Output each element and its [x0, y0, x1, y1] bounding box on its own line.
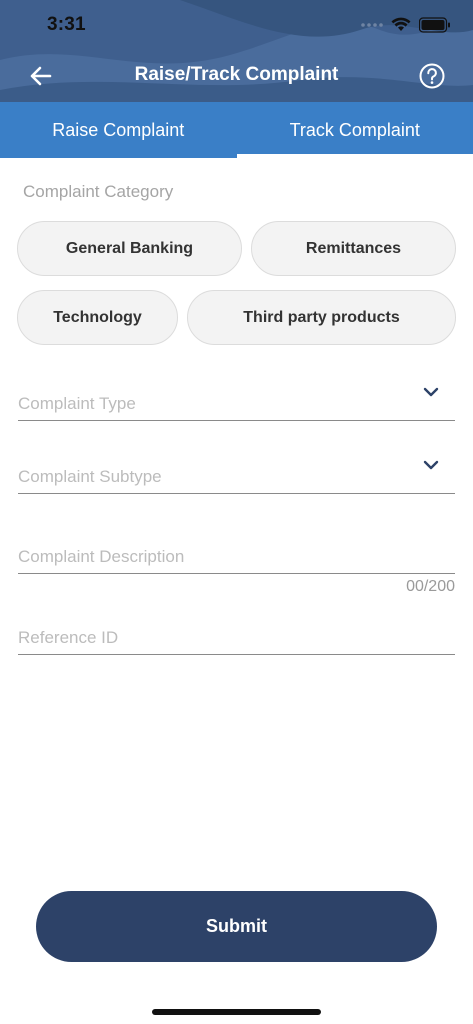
- complaint-category-label: Complaint Category: [23, 182, 174, 201]
- page-title: Raise/Track Complaint: [134, 64, 339, 85]
- chip-third-party-products-label: Third party products: [243, 308, 400, 326]
- chip-general-banking-label: General Banking: [65, 239, 194, 257]
- app-header: 3:31 Raise/Track Complaint: [0, 0, 473, 102]
- complaint-subtype-placeholder: Complaint Subtype: [18, 467, 162, 486]
- tab-bar: Raise Complaint Track Complaint: [0, 102, 473, 158]
- chevron-down-icon: [423, 387, 439, 397]
- battery-icon: [419, 17, 450, 33]
- tab-track-complaint[interactable]: Track Complaint: [236, 102, 473, 158]
- chip-technology[interactable]: Technology: [17, 290, 178, 345]
- description-char-counter: 00/200: [406, 578, 455, 595]
- reference-id-placeholder: Reference ID: [18, 628, 119, 647]
- chip-technology-label: Technology: [53, 308, 142, 326]
- signal-icon: [361, 23, 383, 27]
- home-indicator: [152, 1009, 321, 1015]
- chip-remittances[interactable]: Remittances: [251, 221, 456, 276]
- complaint-type-placeholder: Complaint Type: [18, 394, 136, 413]
- complaint-description-placeholder: Complaint Description: [18, 547, 185, 566]
- active-tab-indicator: [236, 154, 473, 158]
- status-icons: [361, 14, 451, 36]
- chip-remittances-label: Remittances: [305, 239, 402, 257]
- chip-general-banking[interactable]: General Banking: [17, 221, 242, 276]
- chip-third-party-products[interactable]: Third party products: [187, 290, 456, 345]
- submit-button[interactable]: Submit: [36, 891, 437, 962]
- submit-button-label: Submit: [206, 916, 267, 936]
- complaint-description-input[interactable]: Complaint Description: [18, 533, 455, 574]
- complaint-type-dropdown[interactable]: Complaint Type: [18, 380, 455, 421]
- status-time: 3:31: [47, 14, 86, 35]
- tab-raise-complaint-label: Raise Complaint: [52, 119, 185, 140]
- tab-track-complaint-label: Track Complaint: [289, 119, 420, 140]
- reference-id-input[interactable]: Reference ID: [18, 614, 455, 655]
- complaint-subtype-dropdown[interactable]: Complaint Subtype: [18, 453, 455, 494]
- tab-raise-complaint[interactable]: Raise Complaint: [0, 102, 237, 158]
- chevron-down-icon: [423, 460, 439, 470]
- help-question-icon[interactable]: [419, 63, 445, 89]
- wifi-icon: [391, 17, 411, 31]
